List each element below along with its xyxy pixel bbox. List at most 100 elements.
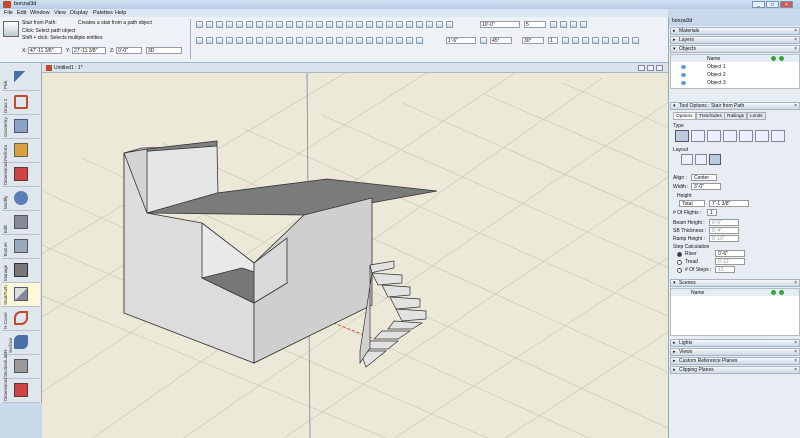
cone-icon[interactable] bbox=[286, 37, 293, 44]
tool-geometry[interactable]: Geometry bbox=[2, 115, 40, 139]
tool-dimensions-2[interactable]: Dimensions bbox=[2, 377, 40, 403]
draw-line-icon[interactable] bbox=[196, 37, 203, 44]
list-item[interactable]: Object 3 bbox=[671, 79, 799, 87]
close-icon[interactable]: × bbox=[794, 358, 797, 364]
dimension-icon[interactable] bbox=[316, 37, 323, 44]
layout-3-icon[interactable] bbox=[709, 154, 721, 165]
render-icon[interactable] bbox=[426, 21, 433, 28]
loft-icon[interactable] bbox=[286, 21, 293, 28]
building-model[interactable] bbox=[123, 140, 438, 364]
snap-icon[interactable] bbox=[406, 21, 413, 28]
measure-icon[interactable] bbox=[326, 37, 333, 44]
shaded-icon[interactable] bbox=[632, 37, 639, 44]
eye-icon[interactable] bbox=[681, 73, 686, 77]
beam-field[interactable]: 0'-6" bbox=[709, 219, 739, 226]
tab-limits[interactable]: Limits bbox=[747, 112, 766, 120]
stair-type-spiral-icon[interactable] bbox=[723, 130, 737, 142]
total-height-field[interactable]: 7'-1 3/8" bbox=[709, 200, 749, 207]
height-mode-select[interactable]: Total bbox=[679, 200, 705, 207]
window-icon[interactable] bbox=[376, 21, 383, 28]
align-icon[interactable] bbox=[256, 21, 263, 28]
close-button[interactable]: ✕ bbox=[780, 1, 793, 8]
rotate-icon[interactable] bbox=[216, 21, 223, 28]
tool-perform[interactable]: Perform bbox=[2, 139, 40, 163]
scale-icon[interactable] bbox=[226, 21, 233, 28]
box-icon[interactable] bbox=[256, 37, 263, 44]
zoom-icon[interactable] bbox=[446, 21, 453, 28]
count-field[interactable]: 1 bbox=[548, 37, 558, 44]
doc-minimize-icon[interactable] bbox=[638, 65, 645, 71]
symbol-icon[interactable] bbox=[396, 37, 403, 44]
paint-icon[interactable] bbox=[346, 37, 353, 44]
close-icon[interactable]: × bbox=[794, 37, 797, 43]
y-coord-field[interactable]: 27'-11 3/8" bbox=[72, 47, 106, 54]
remove-scene-icon[interactable] bbox=[779, 290, 784, 295]
options-icon[interactable] bbox=[562, 37, 569, 44]
ramp-field[interactable]: 0'-10" bbox=[709, 235, 739, 242]
light-icon[interactable] bbox=[436, 21, 443, 28]
sweep-icon[interactable] bbox=[276, 21, 283, 28]
tab-tres-sides[interactable]: Tres/Sides bbox=[696, 112, 725, 120]
undo-icon[interactable] bbox=[570, 21, 577, 28]
menu-palettes[interactable]: Palettes bbox=[93, 10, 113, 16]
menu-window[interactable]: Window bbox=[30, 10, 50, 16]
3d-viewport[interactable] bbox=[42, 73, 668, 438]
eyedropper-icon[interactable] bbox=[356, 37, 363, 44]
lock-layer-icon[interactable] bbox=[406, 37, 413, 44]
camera-icon[interactable] bbox=[416, 21, 423, 28]
refresh-icon[interactable] bbox=[560, 21, 567, 28]
wireframe-icon[interactable] bbox=[622, 37, 629, 44]
riser-radio[interactable] bbox=[677, 252, 682, 257]
list-item[interactable]: Object 1 bbox=[671, 63, 799, 71]
shell-icon[interactable] bbox=[296, 21, 303, 28]
stair-icon[interactable] bbox=[336, 21, 343, 28]
menu-display[interactable]: Display bbox=[70, 10, 88, 16]
tool-ncurve[interactable]: N-Curve bbox=[2, 307, 40, 331]
array-icon[interactable] bbox=[246, 21, 253, 28]
x-coord-field[interactable]: 47'-11 3/8" bbox=[28, 47, 62, 54]
close-icon[interactable]: × bbox=[794, 46, 797, 52]
riser-field[interactable]: 0'-6" bbox=[715, 250, 745, 257]
minimize-button[interactable]: _ bbox=[752, 1, 765, 8]
boolean-icon[interactable] bbox=[306, 21, 313, 28]
views-header[interactable]: ▸ Views × bbox=[670, 348, 800, 356]
close-icon[interactable]: × bbox=[794, 103, 797, 109]
crp-header[interactable]: ▸ Custom Reference Planes × bbox=[670, 357, 800, 365]
chamfer-icon[interactable] bbox=[326, 21, 333, 28]
draw-polygon-icon[interactable] bbox=[236, 37, 243, 44]
draw-arc-icon[interactable] bbox=[206, 37, 213, 44]
maximize-button[interactable]: □ bbox=[766, 1, 779, 8]
render-view-icon[interactable] bbox=[612, 37, 619, 44]
stair-type-straight-icon[interactable] bbox=[675, 130, 689, 142]
add-scene-icon[interactable] bbox=[771, 290, 776, 295]
door-icon[interactable] bbox=[366, 21, 373, 28]
tool-modify[interactable]: Modify bbox=[2, 187, 40, 211]
hide-icon[interactable] bbox=[366, 37, 373, 44]
steps-radio[interactable] bbox=[677, 268, 682, 273]
redo-icon[interactable] bbox=[580, 21, 587, 28]
menu-file[interactable]: File bbox=[4, 10, 13, 16]
stair-type-custom-icon[interactable] bbox=[771, 130, 785, 142]
tool-pick[interactable]: Pick bbox=[2, 67, 40, 91]
tool-dimensions[interactable]: Dimensions bbox=[2, 161, 40, 187]
scenes-header[interactable]: ▾ Scenes × bbox=[670, 279, 800, 287]
tab-options[interactable]: Options bbox=[673, 112, 696, 120]
stair-type-l-icon[interactable] bbox=[691, 130, 705, 142]
doc-close-icon[interactable] bbox=[656, 65, 663, 71]
layout-2-icon[interactable] bbox=[695, 154, 707, 165]
doc-restore-icon[interactable] bbox=[647, 65, 654, 71]
ungroup-icon[interactable] bbox=[386, 37, 393, 44]
terrain-icon[interactable] bbox=[386, 21, 393, 28]
draw-circle-icon[interactable] bbox=[226, 37, 233, 44]
orbit-icon[interactable] bbox=[592, 37, 599, 44]
torus-icon[interactable] bbox=[296, 37, 303, 44]
lights-header[interactable]: ▸ Lights × bbox=[670, 339, 800, 347]
draw-rect-icon[interactable] bbox=[216, 37, 223, 44]
close-icon[interactable]: × bbox=[794, 28, 797, 34]
tread-field[interactable]: 0'-11" bbox=[715, 258, 745, 265]
pan-icon[interactable] bbox=[582, 37, 589, 44]
stair-type-u-icon[interactable] bbox=[707, 130, 721, 142]
menu-edit[interactable]: Edit bbox=[17, 10, 26, 16]
select-icon[interactable] bbox=[196, 21, 203, 28]
explode-icon[interactable] bbox=[416, 37, 423, 44]
